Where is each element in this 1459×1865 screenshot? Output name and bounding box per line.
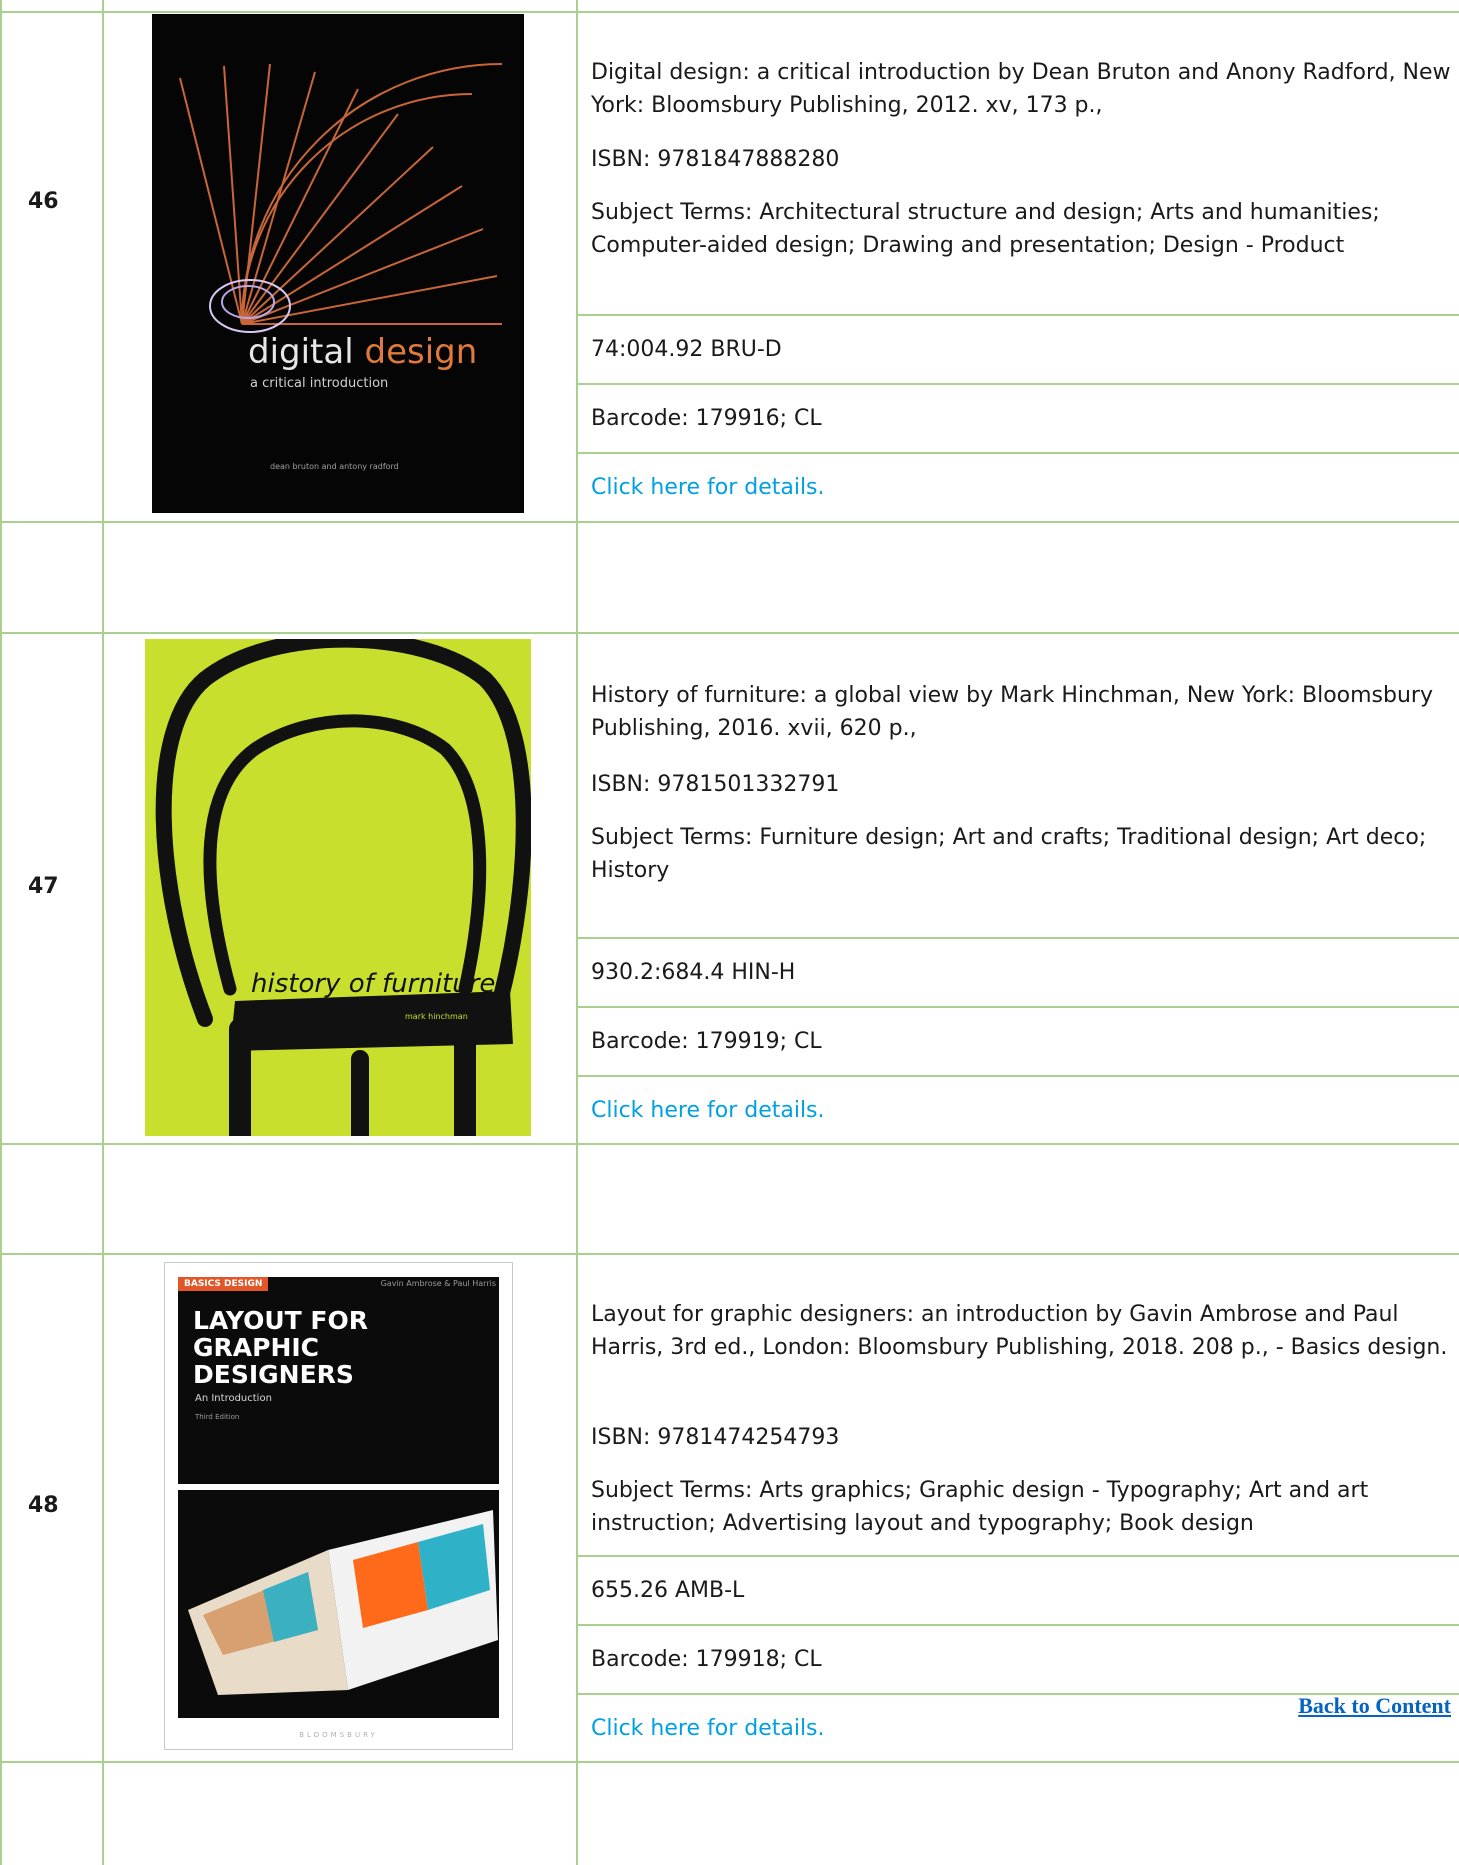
table-border — [576, 452, 1459, 454]
open-book-illustration — [188, 1510, 498, 1695]
table-border — [0, 0, 2, 1865]
radial-fan-illustration — [179, 63, 503, 333]
table-border — [576, 1006, 1459, 1008]
call-number: 74:004.92 BRU-D — [591, 337, 782, 362]
book-description: Digital design: a critical introduction … — [591, 60, 1451, 118]
cover-bottom-panel — [178, 1490, 499, 1718]
table-border — [576, 937, 1459, 939]
details-link-text[interactable]: Click here for details. — [591, 475, 825, 500]
cover-authors: Gavin Ambrose & Paul Harris — [380, 1279, 496, 1288]
entry-number: 46 — [28, 189, 59, 214]
book-isbn: ISBN: 9781847888280 — [591, 147, 840, 172]
cover-publisher: BLOOMSBURY — [299, 1731, 378, 1739]
table-border — [102, 0, 104, 1865]
table-border — [576, 1075, 1459, 1077]
book-description: History of furniture: a global view by M… — [591, 683, 1433, 741]
barcode: Barcode: 179918; CL — [591, 1647, 822, 1672]
book-cover-digital-design: digital design a critical introduction d… — [152, 14, 524, 513]
details-link-text[interactable]: Click here for details. — [591, 1716, 825, 1741]
table-border — [0, 1761, 1459, 1763]
cover-title-line: LAYOUT FOR — [193, 1306, 368, 1335]
book-cover-history-of-furniture: history of furniture mark hinchman — [145, 639, 531, 1136]
cover-title-line: GRAPHIC — [193, 1333, 320, 1362]
book-subjects: Subject Terms: Arts graphics; Graphic de… — [591, 1478, 1369, 1536]
cover-series-badge: BASICS DESIGN — [178, 1277, 269, 1291]
barcode: Barcode: 179916; CL — [591, 406, 822, 431]
call-number: 655.26 AMB-L — [591, 1578, 745, 1603]
table-border — [576, 1555, 1459, 1557]
book-cover-layout-for-graphic-designers: BASICS DESIGN Gavin Ambrose & Paul Harri… — [164, 1262, 513, 1750]
book-description: Layout for graphic designers: an introdu… — [591, 1302, 1448, 1360]
cover-title: history of furniture — [251, 969, 496, 999]
table-border — [576, 383, 1459, 385]
cover-author: mark hinchman — [405, 1012, 468, 1021]
details-link-text[interactable]: Click here for details. — [591, 1098, 825, 1123]
cover-edition: Third Edition — [195, 1413, 240, 1421]
table-border — [0, 1253, 1459, 1255]
table-border — [0, 1143, 1459, 1145]
details-link[interactable]: Click here for details. — [591, 471, 825, 504]
table-border — [0, 521, 1459, 523]
table-border — [0, 632, 1459, 634]
cover-subtitle: a critical introduction — [250, 376, 389, 391]
book-subjects: Subject Terms: Furniture design; Art and… — [591, 825, 1427, 883]
table-border — [576, 1624, 1459, 1626]
book-isbn: ISBN: 9781474254793 — [591, 1425, 840, 1450]
barcode: Barcode: 179919; CL — [591, 1029, 822, 1054]
table-border — [0, 11, 1459, 13]
book-subjects: Subject Terms: Architectural structure a… — [591, 200, 1380, 258]
back-to-content-link[interactable]: Back to Content — [1298, 1693, 1451, 1719]
book-isbn: ISBN: 9781501332791 — [591, 772, 840, 797]
details-link[interactable]: Click here for details. — [591, 1712, 825, 1745]
cover-authors: dean bruton and antony radford — [270, 462, 399, 471]
table-border — [576, 0, 578, 1865]
details-link[interactable]: Click here for details. — [591, 1094, 825, 1127]
entry-number: 47 — [28, 874, 59, 899]
cover-title: LAYOUT FOR GRAPHIC DESIGNERS — [193, 1307, 368, 1388]
chair-illustration — [155, 639, 531, 1136]
table-border — [576, 314, 1459, 316]
cover-title-line: DESIGNERS — [193, 1360, 354, 1389]
call-number: 930.2:684.4 HIN-H — [591, 960, 796, 985]
cover-subtitle: An Introduction — [195, 1393, 272, 1404]
entry-number: 48 — [28, 1493, 59, 1518]
cover-title: digital design — [248, 332, 478, 372]
